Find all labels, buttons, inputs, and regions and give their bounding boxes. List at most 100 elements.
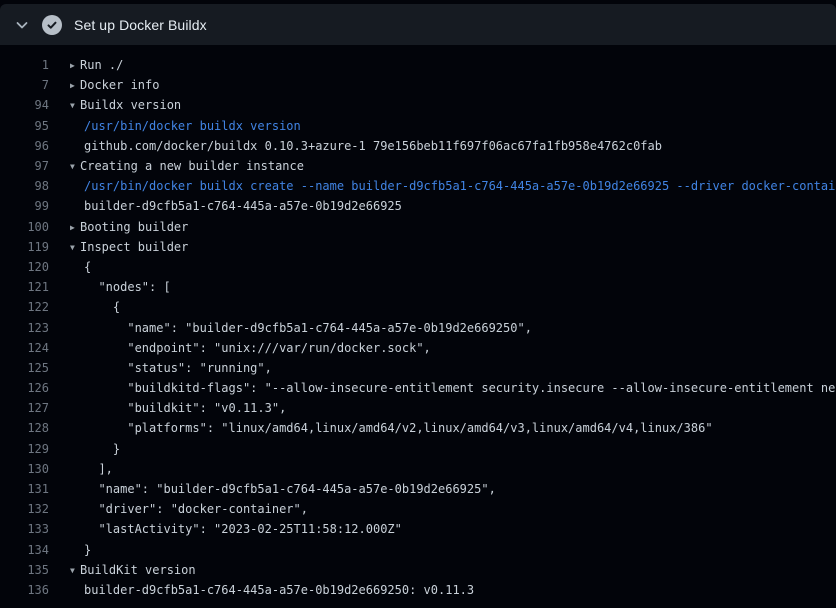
line-number[interactable]: 125 (0, 361, 49, 375)
line-number[interactable]: 120 (0, 260, 49, 274)
log-line[interactable]: 100▶Booting builder (0, 217, 836, 237)
line-number[interactable]: 100 (0, 220, 49, 234)
line-number[interactable]: 122 (0, 300, 49, 314)
group-collapsed-icon[interactable]: ▶ (70, 81, 80, 90)
line-number[interactable]: 130 (0, 462, 49, 476)
check-circle-icon (42, 15, 62, 35)
group-title: BuildKit version (80, 563, 196, 577)
output-text: "name": "builder-d9cfb5a1-c764-445a-a57e… (49, 321, 836, 335)
log-line: 130 ], (0, 459, 836, 479)
log-line: 99builder-d9cfb5a1-c764-445a-a57e-0b19d2… (0, 196, 836, 216)
log-line: 133 "lastActivity": "2023-02-25T11:58:12… (0, 519, 836, 539)
group-collapsed-icon[interactable]: ▶ (70, 223, 80, 232)
group-title: Docker info (80, 78, 159, 92)
log-line: 129 } (0, 439, 836, 459)
log-line[interactable]: 97▼Creating a new builder instance (0, 156, 836, 176)
line-number[interactable]: 133 (0, 522, 49, 536)
line-number[interactable]: 124 (0, 341, 49, 355)
log-line[interactable]: 7▶Docker info (0, 75, 836, 95)
output-text: { (49, 300, 836, 314)
group-title: Inspect builder (80, 240, 188, 254)
line-number[interactable]: 127 (0, 401, 49, 415)
output-text: builder-d9cfb5a1-c764-445a-a57e-0b19d2e6… (49, 199, 836, 213)
line-number[interactable]: 132 (0, 502, 49, 516)
group-expanded-icon[interactable]: ▼ (70, 162, 80, 171)
log-line: 120{ (0, 257, 836, 277)
line-number[interactable]: 98 (0, 179, 49, 193)
line-number[interactable]: 136 (0, 583, 49, 597)
output-text: builder-d9cfb5a1-c764-445a-a57e-0b19d2e6… (49, 583, 836, 597)
step-title: Set up Docker Buildx (74, 17, 207, 33)
output-text: { (49, 260, 836, 274)
output-text: "buildkitd-flags": "--allow-insecure-ent… (49, 381, 836, 395)
log-line: 125 "status": "running", (0, 358, 836, 378)
line-number[interactable]: 94 (0, 98, 49, 112)
group-title: Run ./ (80, 58, 123, 72)
output-text: "lastActivity": "2023-02-25T11:58:12.000… (49, 522, 836, 536)
log-line: 132 "driver": "docker-container", (0, 499, 836, 519)
group-row-body[interactable]: ▼Creating a new builder instance (49, 159, 836, 173)
log-line[interactable]: 1▶Run ./ (0, 55, 836, 75)
line-number[interactable]: 7 (0, 78, 49, 92)
group-title: Booting builder (80, 220, 188, 234)
command-text: /usr/bin/docker buildx create --name bui… (49, 179, 836, 193)
line-number[interactable]: 129 (0, 442, 49, 456)
log-line[interactable]: 94▼Buildx version (0, 95, 836, 115)
log-line[interactable]: 135▼BuildKit version (0, 560, 836, 580)
output-text: "platforms": "linux/amd64,linux/amd64/v2… (49, 421, 836, 435)
line-number[interactable]: 123 (0, 321, 49, 335)
line-number[interactable]: 119 (0, 240, 49, 254)
line-number[interactable]: 135 (0, 563, 49, 577)
log-line: 126 "buildkitd-flags": "--allow-insecure… (0, 378, 836, 398)
log-line: 98/usr/bin/docker buildx create --name b… (0, 176, 836, 196)
group-collapsed-icon[interactable]: ▶ (70, 61, 80, 70)
group-row-body[interactable]: ▶Run ./ (49, 58, 836, 72)
log-lines: 1▶Run ./7▶Docker info94▼Buildx version95… (0, 45, 836, 600)
output-text: "buildkit": "v0.11.3", (49, 401, 836, 415)
log-line: 95/usr/bin/docker buildx version (0, 116, 836, 136)
group-title: Creating a new builder instance (80, 159, 304, 173)
group-expanded-icon[interactable]: ▼ (70, 566, 80, 575)
output-text: } (49, 543, 836, 557)
step-header[interactable]: Set up Docker Buildx (0, 4, 836, 45)
output-text: ], (49, 462, 836, 476)
command-text: /usr/bin/docker buildx version (49, 119, 836, 133)
output-text: "name": "builder-d9cfb5a1-c764-445a-a57e… (49, 482, 836, 496)
output-text: github.com/docker/buildx 0.10.3+azure-1 … (49, 139, 836, 153)
line-number[interactable]: 126 (0, 381, 49, 395)
group-title: Buildx version (80, 98, 181, 112)
output-text: "status": "running", (49, 361, 836, 375)
group-row-body[interactable]: ▶Booting builder (49, 220, 836, 234)
log-line: 136builder-d9cfb5a1-c764-445a-a57e-0b19d… (0, 580, 836, 600)
line-number[interactable]: 131 (0, 482, 49, 496)
line-number[interactable]: 1 (0, 58, 49, 72)
log-line[interactable]: 119▼Inspect builder (0, 237, 836, 257)
group-expanded-icon[interactable]: ▼ (70, 243, 80, 252)
log-line: 128 "platforms": "linux/amd64,linux/amd6… (0, 418, 836, 438)
group-row-body[interactable]: ▼Inspect builder (49, 240, 836, 254)
log-line: 122 { (0, 297, 836, 317)
log-line: 96github.com/docker/buildx 0.10.3+azure-… (0, 136, 836, 156)
log-line: 124 "endpoint": "unix:///var/run/docker.… (0, 338, 836, 358)
group-expanded-icon[interactable]: ▼ (70, 101, 80, 110)
line-number[interactable]: 96 (0, 139, 49, 153)
output-text: "driver": "docker-container", (49, 502, 836, 516)
output-text: "nodes": [ (49, 280, 836, 294)
line-number[interactable]: 97 (0, 159, 49, 173)
line-number[interactable]: 121 (0, 280, 49, 294)
line-number[interactable]: 128 (0, 421, 49, 435)
log-line: 127 "buildkit": "v0.11.3", (0, 398, 836, 418)
group-row-body[interactable]: ▶Docker info (49, 78, 836, 92)
line-number[interactable]: 134 (0, 543, 49, 557)
group-row-body[interactable]: ▼Buildx version (49, 98, 836, 112)
output-text: "endpoint": "unix:///var/run/docker.sock… (49, 341, 836, 355)
log-line: 131 "name": "builder-d9cfb5a1-c764-445a-… (0, 479, 836, 499)
line-number[interactable]: 95 (0, 119, 49, 133)
group-row-body[interactable]: ▼BuildKit version (49, 563, 836, 577)
log-line: 121 "nodes": [ (0, 277, 836, 297)
line-number[interactable]: 99 (0, 199, 49, 213)
output-text: } (49, 442, 836, 456)
chevron-down-icon[interactable] (14, 17, 30, 33)
log-line: 134} (0, 540, 836, 560)
log-line: 123 "name": "builder-d9cfb5a1-c764-445a-… (0, 317, 836, 337)
